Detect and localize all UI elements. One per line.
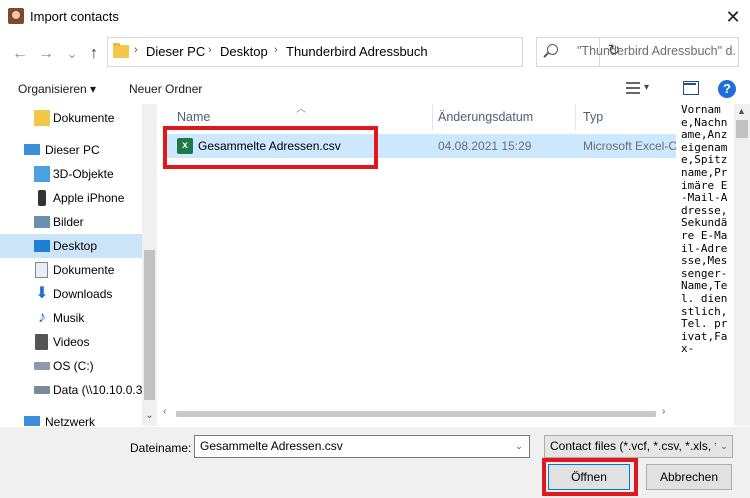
computer-icon bbox=[24, 144, 40, 155]
documents-icon bbox=[35, 262, 48, 278]
preview-scrollbar[interactable] bbox=[734, 104, 750, 426]
filename-input[interactable]: Gesammelte Adressen.csv bbox=[194, 435, 530, 458]
sidebar-item-3d-objekte[interactable]: 3D-Objekte bbox=[0, 162, 142, 186]
column-divider[interactable] bbox=[432, 104, 433, 130]
network-icon bbox=[24, 416, 40, 426]
close-button[interactable]: ✕ bbox=[720, 4, 746, 30]
sidebar-item-label: OS (C:) bbox=[53, 359, 94, 373]
sidebar-item-bilder[interactable]: Bilder bbox=[0, 210, 142, 234]
open-button-highlight-box bbox=[542, 458, 638, 496]
sidebar-item-label: Netzwerk bbox=[45, 415, 96, 426]
sidebar-item-desktop[interactable]: Desktop bbox=[0, 234, 142, 258]
network-drive-icon bbox=[34, 386, 50, 394]
sidebar-item-label: Downloads bbox=[53, 287, 113, 301]
cancel-button[interactable]: Abbrechen bbox=[646, 464, 732, 490]
download-icon: ⬇ bbox=[35, 285, 49, 302]
search-box[interactable]: "Thunderbird Adressbuch" d... bbox=[536, 37, 739, 67]
horizontal-scrollbar-thumb[interactable] bbox=[176, 411, 656, 417]
folder-icon bbox=[34, 110, 50, 126]
sidebar-item-label: Desktop bbox=[53, 239, 98, 253]
file-type: Microsoft Excel-C bbox=[583, 139, 676, 153]
window-title: Import contacts bbox=[30, 9, 119, 24]
file-highlight-box bbox=[163, 126, 378, 169]
drive-icon bbox=[34, 362, 50, 370]
scroll-up-icon[interactable]: ▲ bbox=[737, 106, 746, 116]
column-header-type[interactable]: Typ bbox=[583, 110, 603, 124]
breadcrumb-separator: › bbox=[208, 44, 212, 56]
sidebar-item-dokumente[interactable]: Dokumente bbox=[0, 258, 142, 282]
file-type-filter[interactable]: Contact files (*.vcf, *.csv, *.xls, * bbox=[544, 435, 733, 458]
sidebar-item-label: Dieser PC bbox=[45, 143, 100, 157]
sidebar-item-label: Dokumente bbox=[53, 111, 115, 125]
preview-pane-icon[interactable] bbox=[683, 81, 699, 95]
organize-button[interactable]: Organisieren ▾ bbox=[18, 82, 96, 96]
sidebar-item-label: Musik bbox=[53, 311, 85, 325]
preview-scrollbar-thumb[interactable] bbox=[736, 120, 748, 138]
filter-dropdown-icon[interactable]: ⌄ bbox=[716, 436, 732, 457]
new-folder-button[interactable]: Neuer Ordner bbox=[129, 82, 202, 96]
sidebar-scrollbar-thumb[interactable] bbox=[144, 250, 155, 400]
scroll-right-icon[interactable]: › bbox=[662, 406, 665, 417]
preview-pane: Vorname,Nachname,Anzeigename,Spitzname,P… bbox=[678, 104, 734, 426]
breadcrumb-separator: › bbox=[134, 44, 138, 56]
sidebar-item-label: 3D-Objekte bbox=[53, 167, 114, 181]
sidebar-item-downloads[interactable]: ⬇ Downloads bbox=[0, 282, 142, 306]
view-options-icon[interactable] bbox=[626, 82, 640, 94]
breadcrumb-dieser-pc[interactable]: Dieser PC bbox=[146, 44, 205, 59]
scroll-left-icon[interactable]: ‹ bbox=[163, 406, 166, 417]
address-book-icon bbox=[8, 8, 24, 24]
sort-ascending-icon: ︿ bbox=[296, 104, 306, 115]
music-icon: ♪ bbox=[38, 309, 46, 326]
sidebar-item-label: Bilder bbox=[53, 215, 84, 229]
breadcrumb-thunderbird-adressbuch[interactable]: Thunderbird Adressbuch bbox=[286, 44, 428, 59]
breadcrumb-desktop[interactable]: Desktop bbox=[220, 44, 268, 59]
sidebar-item-data-network-drive[interactable]: Data (\\10.10.0.3 bbox=[0, 378, 142, 402]
sidebar-item-apple-iphone[interactable]: Apple iPhone bbox=[0, 186, 142, 210]
sidebar-scroll-down-icon[interactable]: ⌄ bbox=[142, 410, 157, 421]
forward-arrow-icon[interactable]: → bbox=[36, 44, 56, 64]
sidebar-item-dieser-pc[interactable]: Dieser PC bbox=[0, 138, 142, 162]
column-header-date[interactable]: Änderungsdatum bbox=[438, 110, 533, 124]
help-button[interactable]: ? bbox=[718, 80, 736, 98]
sidebar-item-dokumente-quick[interactable]: Dokumente bbox=[0, 106, 142, 130]
column-header-name[interactable]: Name bbox=[177, 110, 210, 124]
search-input[interactable]: "Thunderbird Adressbuch" d... bbox=[577, 44, 737, 58]
sidebar-item-videos[interactable]: Videos bbox=[0, 330, 142, 354]
back-arrow-icon[interactable]: ← bbox=[10, 44, 30, 64]
sidebar-item-label: Videos bbox=[53, 335, 90, 349]
sidebar-item-musik[interactable]: ♪ Musik bbox=[0, 306, 142, 330]
navigation-pane: Dokumente Dieser PC 3D-Objekte Apple iPh… bbox=[0, 104, 157, 426]
recent-locations-icon[interactable]: ⌄ bbox=[62, 44, 82, 64]
filename-dropdown-icon[interactable]: ⌄ bbox=[510, 436, 528, 457]
preview-text: Vorname,Nachname,Anzeigename,Spitzname,P… bbox=[681, 104, 728, 356]
sidebar-item-netzwerk[interactable]: Netzwerk bbox=[0, 410, 142, 426]
sidebar-item-label: Dokumente bbox=[53, 263, 115, 277]
column-divider[interactable] bbox=[575, 104, 576, 130]
view-options-chevron-icon[interactable]: ▾ bbox=[644, 82, 649, 93]
breadcrumb-separator: › bbox=[274, 44, 278, 56]
cube-icon bbox=[34, 166, 50, 182]
file-date: 04.08.2021 15:29 bbox=[438, 139, 532, 153]
search-icon bbox=[547, 44, 558, 55]
desktop-icon bbox=[34, 240, 50, 252]
video-icon bbox=[35, 334, 48, 350]
address-bar[interactable]: › Dieser PC › Desktop › Thunderbird Adre… bbox=[107, 37, 620, 67]
up-arrow-icon[interactable]: ↑ bbox=[84, 44, 104, 64]
sidebar-item-label: Data (\\10.10.0.3 bbox=[53, 383, 143, 397]
sidebar-item-label: Apple iPhone bbox=[53, 191, 125, 205]
sidebar-item-os-c[interactable]: OS (C:) bbox=[0, 354, 142, 378]
pictures-icon bbox=[34, 216, 50, 228]
folder-icon bbox=[113, 43, 129, 58]
filename-label: Dateiname: bbox=[130, 441, 192, 455]
phone-icon bbox=[38, 190, 46, 206]
